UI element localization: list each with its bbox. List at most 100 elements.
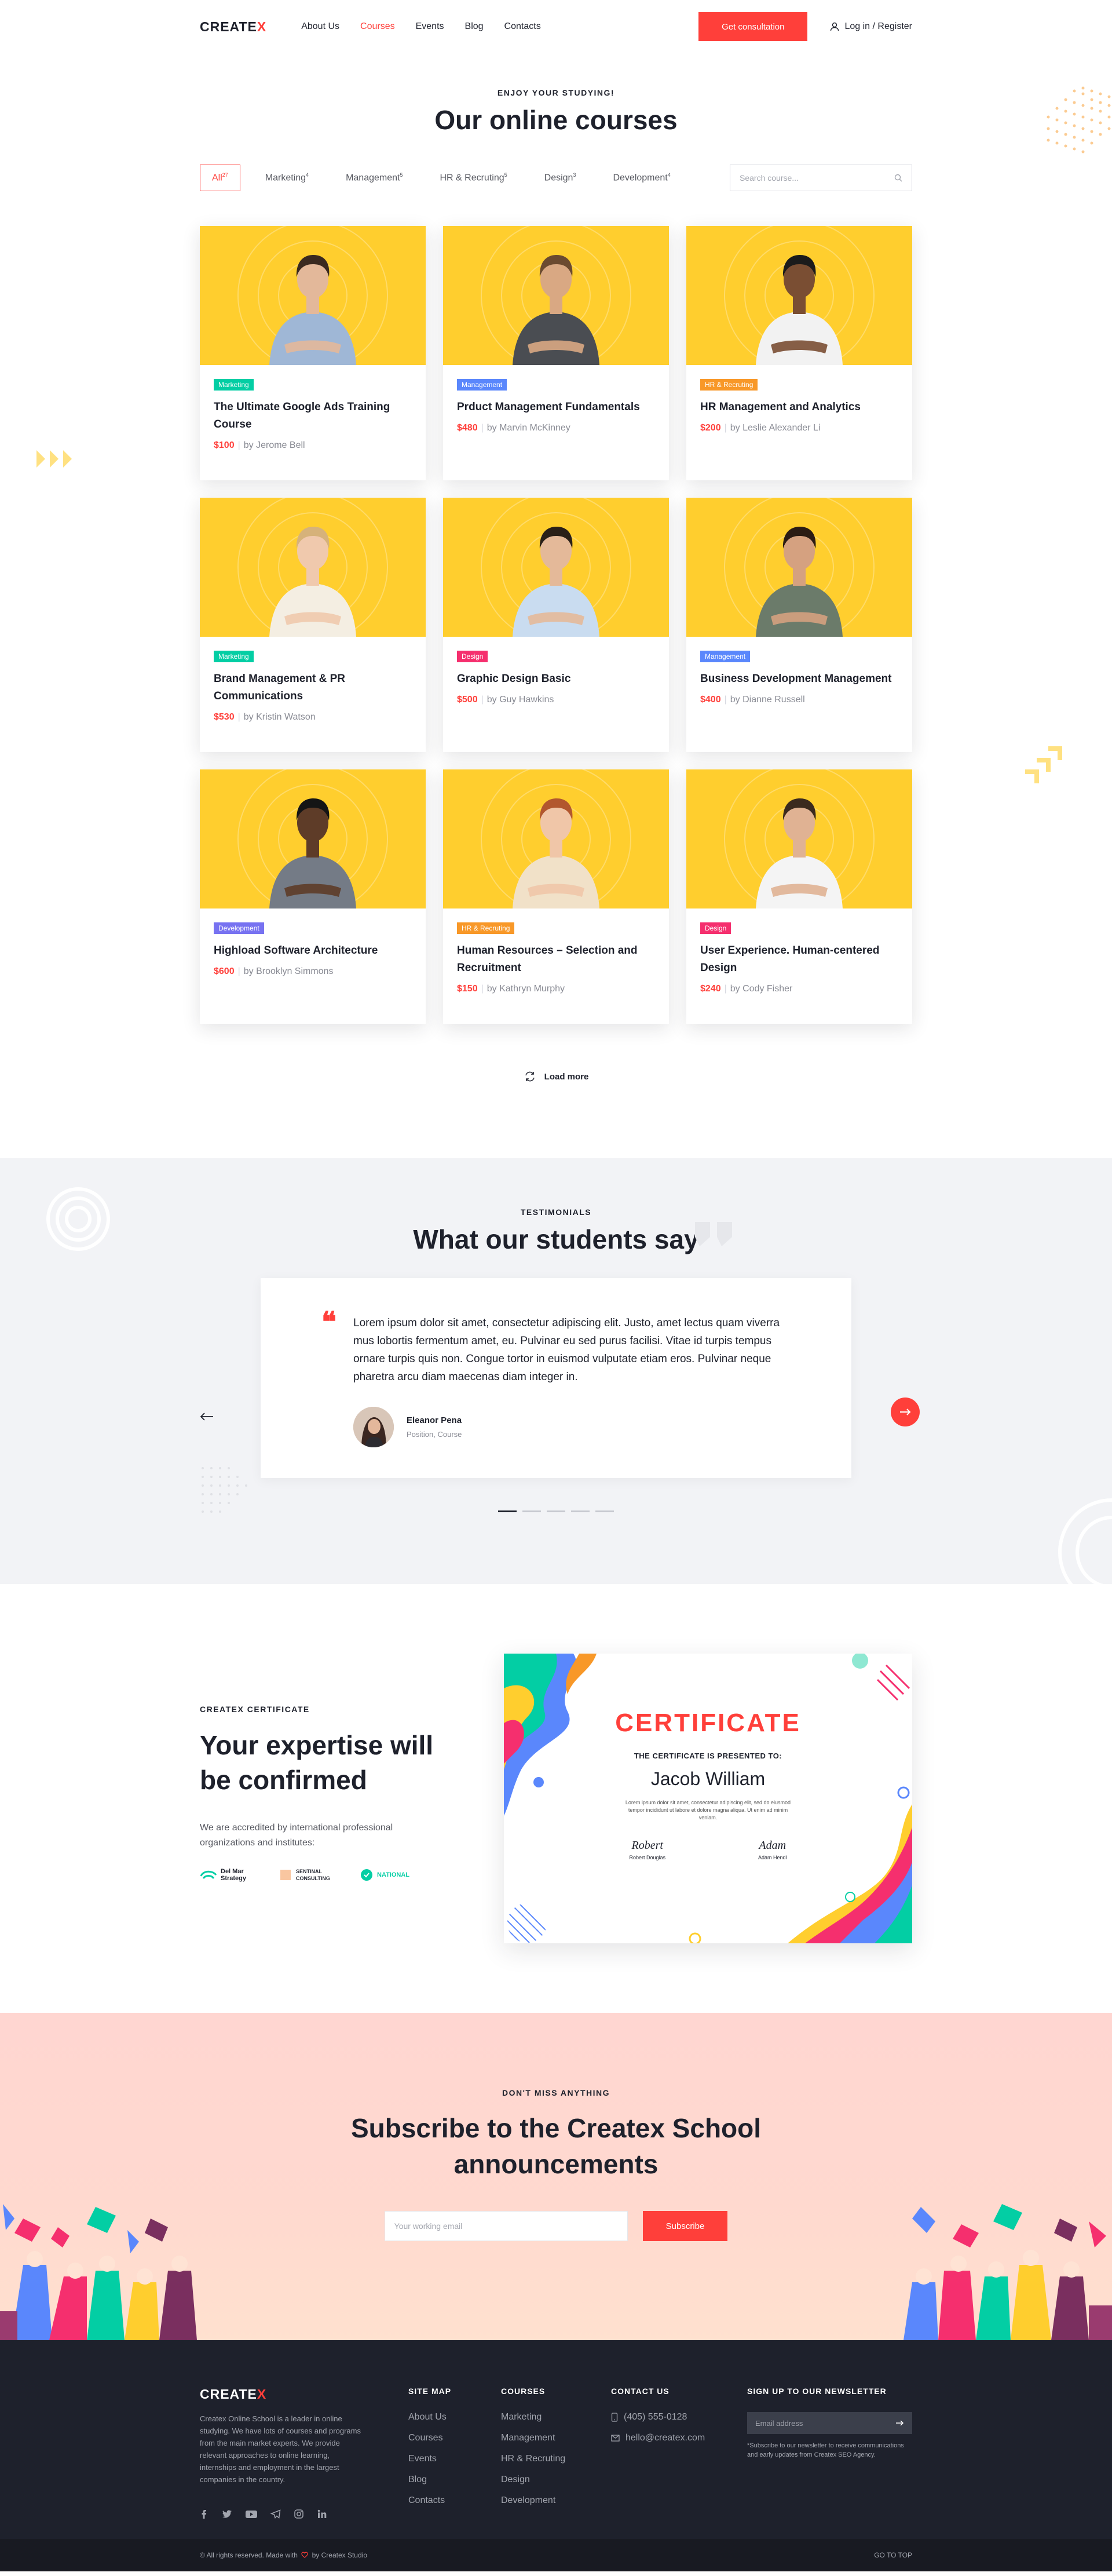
course-card[interactable]: HR & Recruting HR Management and Analytic… (686, 226, 912, 480)
footer-link[interactable]: Blog (408, 2475, 501, 2485)
footer-link[interactable]: Management (501, 2433, 611, 2443)
course-title[interactable]: Brand Management & PR Communications (214, 670, 412, 705)
course-price: $500 (457, 695, 478, 705)
filter-tab[interactable]: All27 (200, 165, 240, 191)
search-icon[interactable] (894, 174, 902, 182)
course-title[interactable]: Prduct Management Fundamentals (457, 399, 655, 416)
prev-arrow-button[interactable] (200, 1407, 214, 1425)
course-card[interactable]: Management Prduct Management Fundamentals… (443, 226, 669, 480)
course-author: by Brooklyn Simmons (243, 966, 334, 976)
footer-link[interactable]: Marketing (501, 2412, 611, 2422)
signature-name: Robert Douglas (629, 1855, 665, 1860)
facebook-icon[interactable] (200, 2509, 209, 2519)
course-card[interactable]: Development Highload Software Architectur… (200, 769, 426, 1024)
partner-logo-national: NATIONAL (360, 1868, 409, 1882)
filter-count: 4 (306, 172, 309, 178)
filter-tab[interactable]: Management5 (334, 165, 415, 191)
quote-icon: ❝ (321, 1307, 336, 1338)
get-consultation-button[interactable]: Get consultation (698, 12, 808, 41)
course-title[interactable]: The Ultimate Google Ads Training Course (214, 399, 412, 433)
nav-events[interactable]: Events (416, 21, 444, 32)
course-card[interactable]: Design User Experience. Human-centered De… (686, 769, 912, 1024)
course-title[interactable]: User Experience. Human-centered Design (700, 942, 898, 977)
courses-eyebrow: Enjoy your studying! (497, 88, 615, 97)
instagram-icon[interactable] (294, 2509, 304, 2519)
login-register-label: Log in / Register (844, 21, 912, 31)
footer-link[interactable]: About Us (408, 2412, 501, 2422)
certificate-presented: THE CERTIFICATE IS PRESENTED TO: (634, 1752, 782, 1760)
course-title[interactable]: Graphic Design Basic (457, 670, 655, 688)
nav-about-us[interactable]: About Us (301, 21, 339, 32)
filter-tab[interactable]: Design3 (532, 165, 588, 191)
course-title[interactable]: Business Development Management (700, 670, 898, 688)
footer-link[interactable]: Events (408, 2454, 501, 2464)
course-title[interactable]: Human Resources – Selection and Recruitm… (457, 942, 655, 977)
course-card[interactable]: Design Graphic Design Basic $500 | by Guy Ha… (443, 498, 669, 752)
course-card[interactable]: Marketing The Ultimate Google Ads Trainin… (200, 226, 426, 480)
load-more-button[interactable]: Load more (200, 1070, 912, 1083)
linkedin-icon[interactable] (317, 2509, 327, 2519)
filter-label: Development (613, 173, 668, 183)
filter-tab[interactable]: Development4 (601, 165, 682, 191)
footer-link[interactable]: Design (501, 2475, 611, 2485)
course-filters: All27 Marketing4 Management5 HR & Recruting… (200, 165, 912, 191)
nav-contacts[interactable]: Contacts (504, 21, 541, 32)
login-register-link[interactable]: Log in / Register (829, 21, 912, 32)
next-arrow-button[interactable] (891, 1398, 920, 1426)
subscribe-title: Subscribe to the Createx School announce… (350, 2113, 762, 2179)
course-category-badge: Marketing (214, 651, 254, 662)
footer-email: hello@createx.com (626, 2433, 705, 2443)
course-card[interactable]: Management Business Development Managemen… (686, 498, 912, 752)
footer-link[interactable]: HR & Recruting (501, 2454, 611, 2464)
subscribe-email-input[interactable]: Your working email (384, 2211, 628, 2241)
slider-dot[interactable] (571, 1510, 590, 1512)
youtube-icon[interactable] (245, 2509, 258, 2519)
certificate-title: Your expertise will be confirmed (200, 1730, 434, 1795)
course-meta: $480 | by Marvin McKinney (457, 423, 570, 433)
twitter-icon[interactable] (222, 2509, 232, 2519)
course-search-input[interactable]: Search course... (730, 165, 912, 191)
nav-courses[interactable]: Courses (360, 21, 395, 32)
grid-dots-decoration (202, 1467, 247, 1513)
footer-link[interactable]: Development (501, 2495, 611, 2506)
refresh-icon (525, 1071, 535, 1082)
course-meta: $600 | by Brooklyn Simmons (214, 966, 334, 976)
footer-email-link[interactable]: hello@createx.com (611, 2433, 747, 2443)
course-image (200, 226, 426, 365)
filter-tab[interactable]: HR & Recruting5 (427, 165, 519, 191)
circles-decoration (46, 1187, 110, 1251)
footer-link[interactable]: Contacts (408, 2495, 501, 2506)
course-title[interactable]: Highload Software Architecture (214, 942, 412, 959)
arrow-left-icon (200, 1413, 213, 1421)
arrow-right-icon[interactable] (896, 2420, 904, 2426)
course-image (200, 769, 426, 908)
slider-dot[interactable] (498, 1510, 517, 1512)
footer-phone-link[interactable]: (405) 555-0128 (611, 2412, 747, 2422)
footer-link[interactable]: Courses (408, 2433, 501, 2443)
slider-dot[interactable] (522, 1510, 541, 1512)
course-category-badge: HR & Recruting (457, 922, 515, 934)
course-image (443, 769, 669, 908)
filter-tab[interactable]: Marketing4 (253, 165, 321, 191)
course-author: by Kathryn Murphy (487, 984, 565, 994)
signature-script: Robert (631, 1839, 663, 1852)
slider-dot[interactable] (547, 1510, 565, 1512)
testimonials-eyebrow: Testimonials (520, 1207, 592, 1217)
course-title[interactable]: HR Management and Analytics (700, 399, 898, 416)
nav-blog[interactable]: Blog (465, 21, 484, 32)
footer-logo[interactable]: CREATEX (200, 2387, 408, 2402)
telegram-icon[interactable] (270, 2509, 281, 2519)
newsletter-note: *Subscribe to our newsletter to receive … (747, 2442, 904, 2458)
go-to-top-link[interactable]: GO TO TOP (874, 2551, 912, 2559)
subscribe-button[interactable]: Subscribe (642, 2211, 728, 2241)
certificate-section: Createx Certificate Your expertise will … (0, 1584, 1112, 2013)
site-logo[interactable]: CREATEX (200, 19, 266, 35)
course-card[interactable]: Marketing Brand Management & PR Communica… (200, 498, 426, 752)
footer-description: Createx Online School is a leader in onl… (200, 2414, 361, 2484)
course-image (686, 226, 912, 365)
certificate-eyebrow: Createx Certificate (200, 1705, 310, 1714)
slider-dot[interactable] (595, 1510, 614, 1512)
course-card[interactable]: HR & Recruting Human Resources – Selectio… (443, 769, 669, 1024)
newsletter-email-input[interactable]: Email address (747, 2412, 912, 2434)
filter-count: 27 (222, 172, 228, 178)
